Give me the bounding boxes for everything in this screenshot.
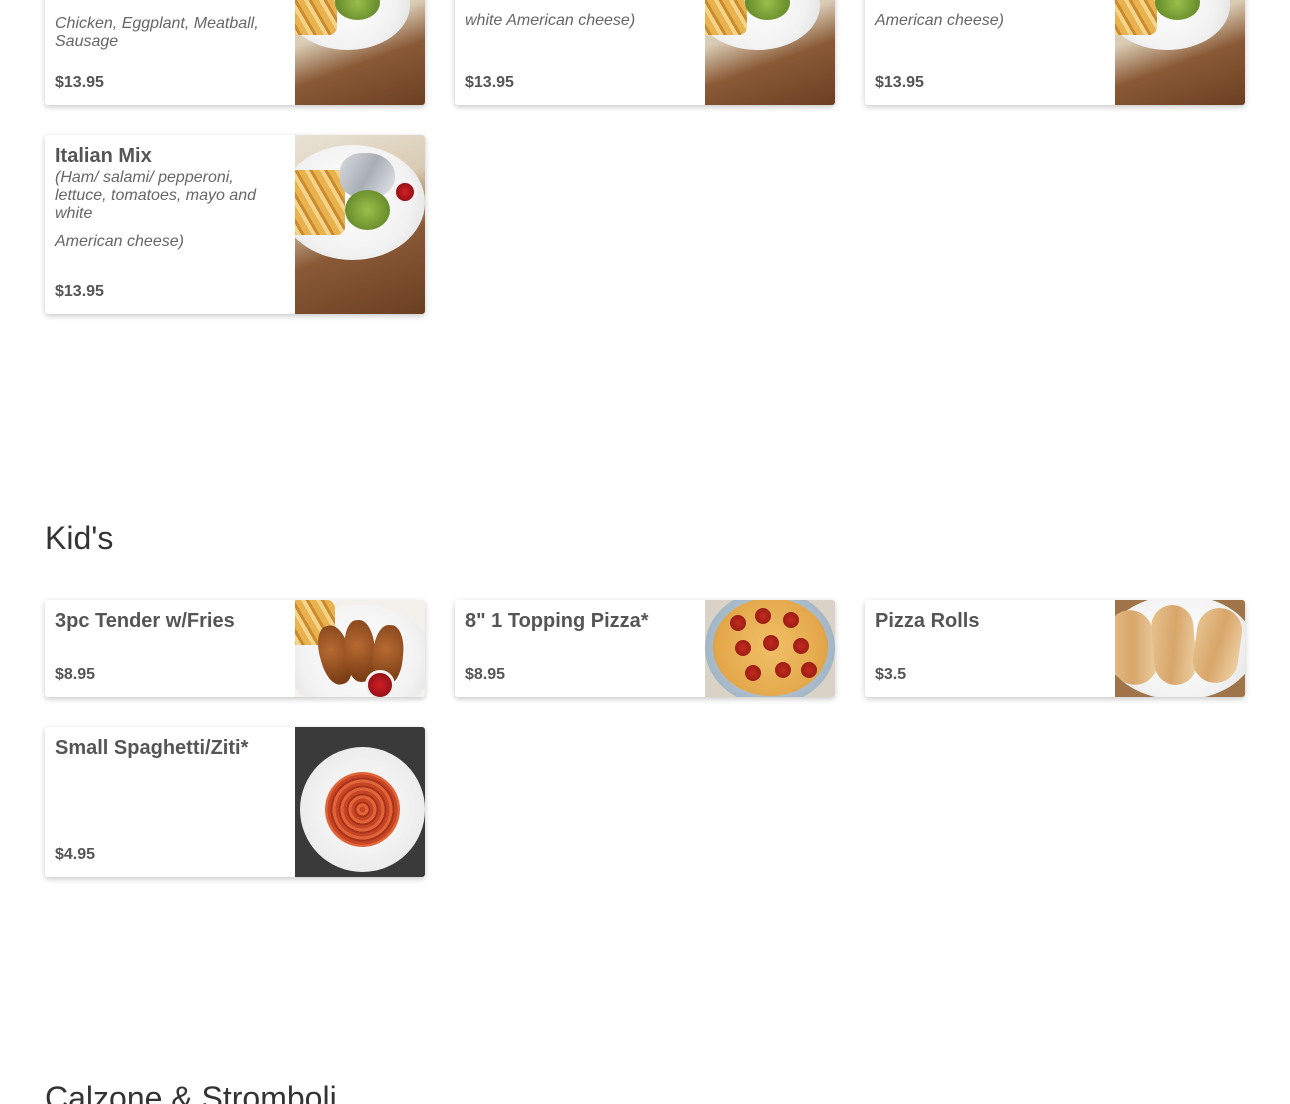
- item-description: (Ham/ salami/ pepperoni, lettuce, tomato…: [55, 169, 256, 222]
- spaghetti-photo: [295, 727, 425, 877]
- section-title-kids: Kid's: [45, 520, 114, 556]
- item-description: white American cheese): [465, 12, 636, 29]
- item-name: Pizza Rolls: [875, 610, 980, 632]
- menu-item-card[interactable]: Italian Mix (Ham/ salami/ pepperoni, let…: [45, 135, 425, 314]
- wrap-with-fries-photo: [705, 0, 835, 105]
- menu-item-card[interactable]: Small Spaghetti/Ziti* $4.95: [45, 727, 425, 877]
- section-title-calzone-stromboli: Calzone & Stromboli: [45, 1080, 337, 1104]
- item-description: American cheese): [875, 12, 1004, 29]
- wrap-with-fries-photo: [295, 135, 425, 314]
- item-price: $3.5: [875, 666, 907, 683]
- item-price: $4.95: [55, 846, 96, 863]
- item-name: Small Spaghetti/Ziti*: [55, 737, 249, 759]
- menu-item-card[interactable]: Pizza Rolls $3.5: [865, 600, 1245, 697]
- item-name: 8" 1 Topping Pizza*: [465, 610, 649, 632]
- item-price: $8.95: [465, 666, 506, 683]
- item-name: 3pc Tender w/Fries: [55, 610, 235, 632]
- menu-item-card[interactable]: 3pc Tender w/Fries $8.95: [45, 600, 425, 697]
- item-price: $13.95: [465, 74, 514, 91]
- pizza-rolls-photo: [1115, 600, 1245, 697]
- menu-item-card[interactable]: American cheese) $13.95: [865, 0, 1245, 105]
- item-price: $13.95: [55, 283, 104, 300]
- wrap-with-fries-photo: [1115, 0, 1245, 105]
- menu-item-card[interactable]: Chicken, Eggplant, Meatball, Sausage $13…: [45, 0, 425, 105]
- item-description-continued: American cheese): [55, 233, 184, 250]
- menu-item-card[interactable]: white American cheese) $13.95: [455, 0, 835, 105]
- item-price: $13.95: [55, 74, 104, 91]
- chicken-tenders-photo: [295, 600, 425, 697]
- menu-item-card[interactable]: 8" 1 Topping Pizza* $8.95: [455, 600, 835, 697]
- pepperoni-pizza-photo: [705, 600, 835, 697]
- item-name: Italian Mix: [55, 145, 152, 167]
- item-price: $13.95: [875, 74, 924, 91]
- wrap-with-fries-photo: [295, 0, 425, 105]
- item-description: Chicken, Eggplant, Meatball, Sausage: [55, 15, 259, 50]
- item-price: $8.95: [55, 666, 96, 683]
